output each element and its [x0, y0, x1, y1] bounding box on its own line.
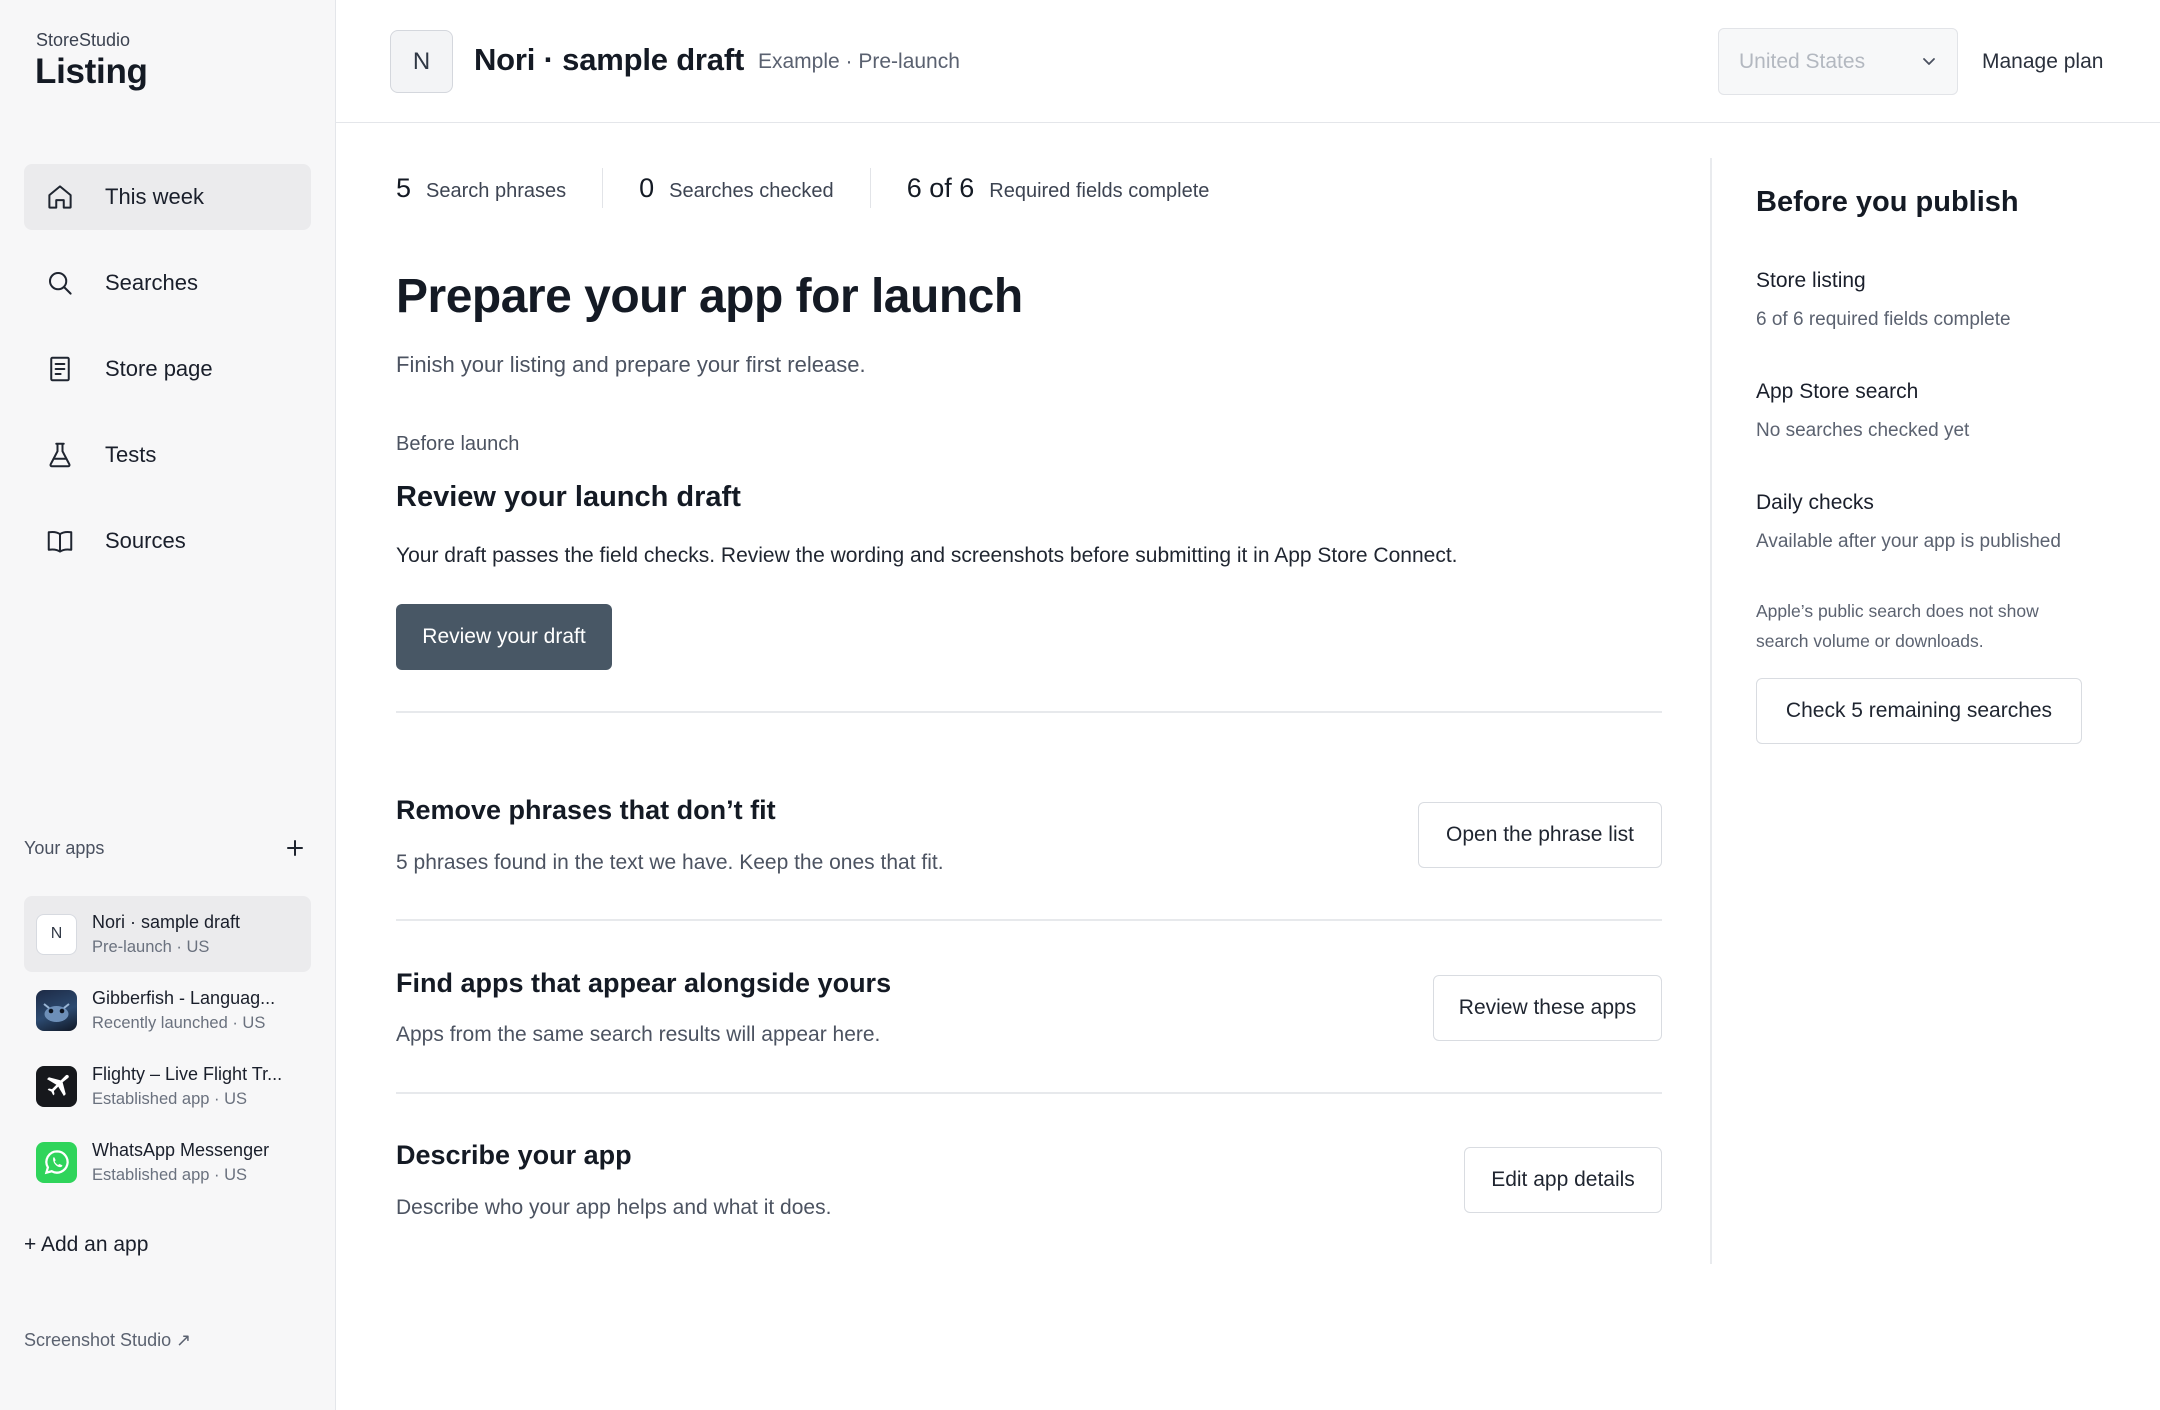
plus-icon — [287, 840, 303, 856]
page-title: Prepare your app for launch — [396, 270, 1023, 323]
document-icon — [44, 353, 76, 385]
edit-app-details-button[interactable]: Edit app details — [1464, 1147, 1662, 1213]
task-description: Apps from the same search results will a… — [396, 1023, 881, 1046]
stat-label: Required fields complete — [989, 179, 1210, 202]
stat-value: 0 — [639, 172, 655, 203]
review-title: Review your launch draft — [396, 481, 741, 513]
task-title: Describe your app — [396, 1140, 632, 1170]
app-name: Flighty – Live Flight Tr... — [92, 1063, 283, 1084]
nav-item-sources[interactable]: Sources — [24, 508, 311, 574]
book-icon — [44, 525, 76, 557]
stat-searches-checked: 0 Searches checked — [639, 173, 834, 204]
manage-plan-link[interactable]: Manage plan — [1982, 50, 2103, 74]
main-nav: This week Searches Store page Tests Sour… — [24, 164, 311, 594]
app-name: Gibberfish - Languag... — [92, 987, 276, 1008]
review-draft-button[interactable]: Review your draft — [396, 604, 612, 670]
checklist-heading: Daily checks — [1756, 491, 1874, 514]
brand-name: StoreStudio — [36, 30, 131, 50]
app-status: Established app · US — [92, 1089, 248, 1108]
task-title: Remove phrases that don’t fit — [396, 795, 776, 825]
app-item-nori[interactable]: N Nori · sample draft Pre-launch · US — [24, 896, 311, 972]
home-icon — [44, 181, 76, 213]
nav-label: This week — [105, 184, 205, 209]
country-select[interactable]: United States — [1718, 28, 1958, 95]
section-divider — [396, 711, 1662, 713]
country-select-value: United States — [1739, 49, 1866, 73]
page-lead: Finish your listing and prepare your fir… — [396, 352, 866, 377]
nav-item-this-week[interactable]: This week — [24, 164, 311, 230]
your-apps-header: Your apps — [24, 832, 311, 864]
app-item-flighty[interactable]: Flighty – Live Flight Tr... Established … — [24, 1048, 311, 1124]
app-title: Nori · sample draft — [474, 42, 745, 77]
review-these-apps-button[interactable]: Review these apps — [1433, 975, 1662, 1041]
task-title: Find apps that appear alongside yours — [396, 968, 892, 998]
search-data-note: Apple’s public search does not show sear… — [1756, 601, 2039, 651]
checklist-status: 6 of 6 required fields complete — [1756, 309, 2011, 330]
stat-value: 6 of 6 — [906, 172, 975, 203]
nav-label: Searches — [105, 270, 198, 295]
nav-label: Store page — [105, 356, 213, 381]
your-apps-label: Your apps — [24, 837, 105, 858]
nav-label: Sources — [105, 528, 186, 553]
checklist-status: No searches checked yet — [1756, 420, 1970, 441]
task-description: 5 phrases found in the text we have. Kee… — [396, 851, 944, 874]
app-list: N Nori · sample draft Pre-launch · US Gi… — [24, 896, 311, 1200]
nav-item-tests[interactable]: Tests — [24, 422, 311, 488]
screenshot-studio-link[interactable]: Screenshot Studio ↗ — [24, 1330, 191, 1351]
whatsapp-app-icon — [36, 1141, 77, 1183]
checklist-status: Available after your app is published — [1756, 531, 2061, 552]
panel-title: Before you publish — [1756, 186, 2019, 218]
app-subtitle: Example · Pre-launch — [758, 50, 960, 73]
app-name: WhatsApp Messenger — [92, 1139, 270, 1160]
app-avatar: N — [390, 30, 453, 93]
nav-label: Tests — [105, 442, 157, 467]
app-item-whatsapp[interactable]: WhatsApp Messenger Established app · US — [24, 1124, 311, 1200]
section-divider — [396, 1092, 1662, 1094]
nav-item-searches[interactable]: Searches — [24, 250, 311, 316]
topbar: N Nori · sample draft Example · Pre-laun… — [336, 0, 2160, 123]
app-status: Recently launched · US — [92, 1013, 266, 1032]
add-app-plus-button[interactable] — [279, 832, 311, 864]
flask-icon — [44, 439, 76, 471]
section-divider — [396, 919, 1662, 921]
chevron-down-icon — [1923, 58, 1935, 65]
flighty-app-icon — [36, 1065, 77, 1107]
checklist-heading: Store listing — [1756, 269, 1866, 292]
gibberfish-app-icon — [36, 989, 77, 1031]
panel-divider — [1710, 158, 1712, 1264]
stat-divider — [602, 168, 604, 208]
section-title: Listing — [35, 52, 148, 91]
section-kicker: Before launch — [396, 433, 520, 455]
search-icon — [44, 267, 76, 299]
app-status: Established app · US — [92, 1165, 248, 1184]
app-item-gibberfish[interactable]: Gibberfish - Languag... Recently launche… — [24, 972, 311, 1048]
stat-required-fields: 6 of 6 Required fields complete — [907, 173, 1210, 204]
stat-divider — [869, 168, 871, 208]
nav-item-store-page[interactable]: Store page — [24, 336, 311, 402]
app-avatar: N — [36, 913, 77, 955]
stat-label: Searches checked — [669, 179, 834, 202]
app-status: Pre-launch · US — [92, 937, 210, 956]
sidebar: StoreStudio Listing This week Searches S… — [0, 0, 336, 1410]
task-description: Describe who your app helps and what it … — [396, 1196, 832, 1219]
checklist-heading: App Store search — [1756, 380, 1919, 403]
stat-search-phrases: 5 Search phrases — [396, 173, 566, 204]
review-body: Your draft passes the field checks. Revi… — [396, 544, 1458, 567]
add-app-link[interactable]: + Add an app — [24, 1233, 148, 1257]
stat-label: Search phrases — [426, 179, 567, 202]
stats-row: 5 Search phrases 0 Searches checked 6 of… — [396, 168, 1209, 208]
open-phrase-list-button[interactable]: Open the phrase list — [1418, 802, 1662, 868]
stat-value: 5 — [396, 172, 412, 203]
check-remaining-searches-button[interactable]: Check 5 remaining searches — [1756, 678, 2082, 744]
app-name: Nori · sample draft — [92, 911, 241, 932]
